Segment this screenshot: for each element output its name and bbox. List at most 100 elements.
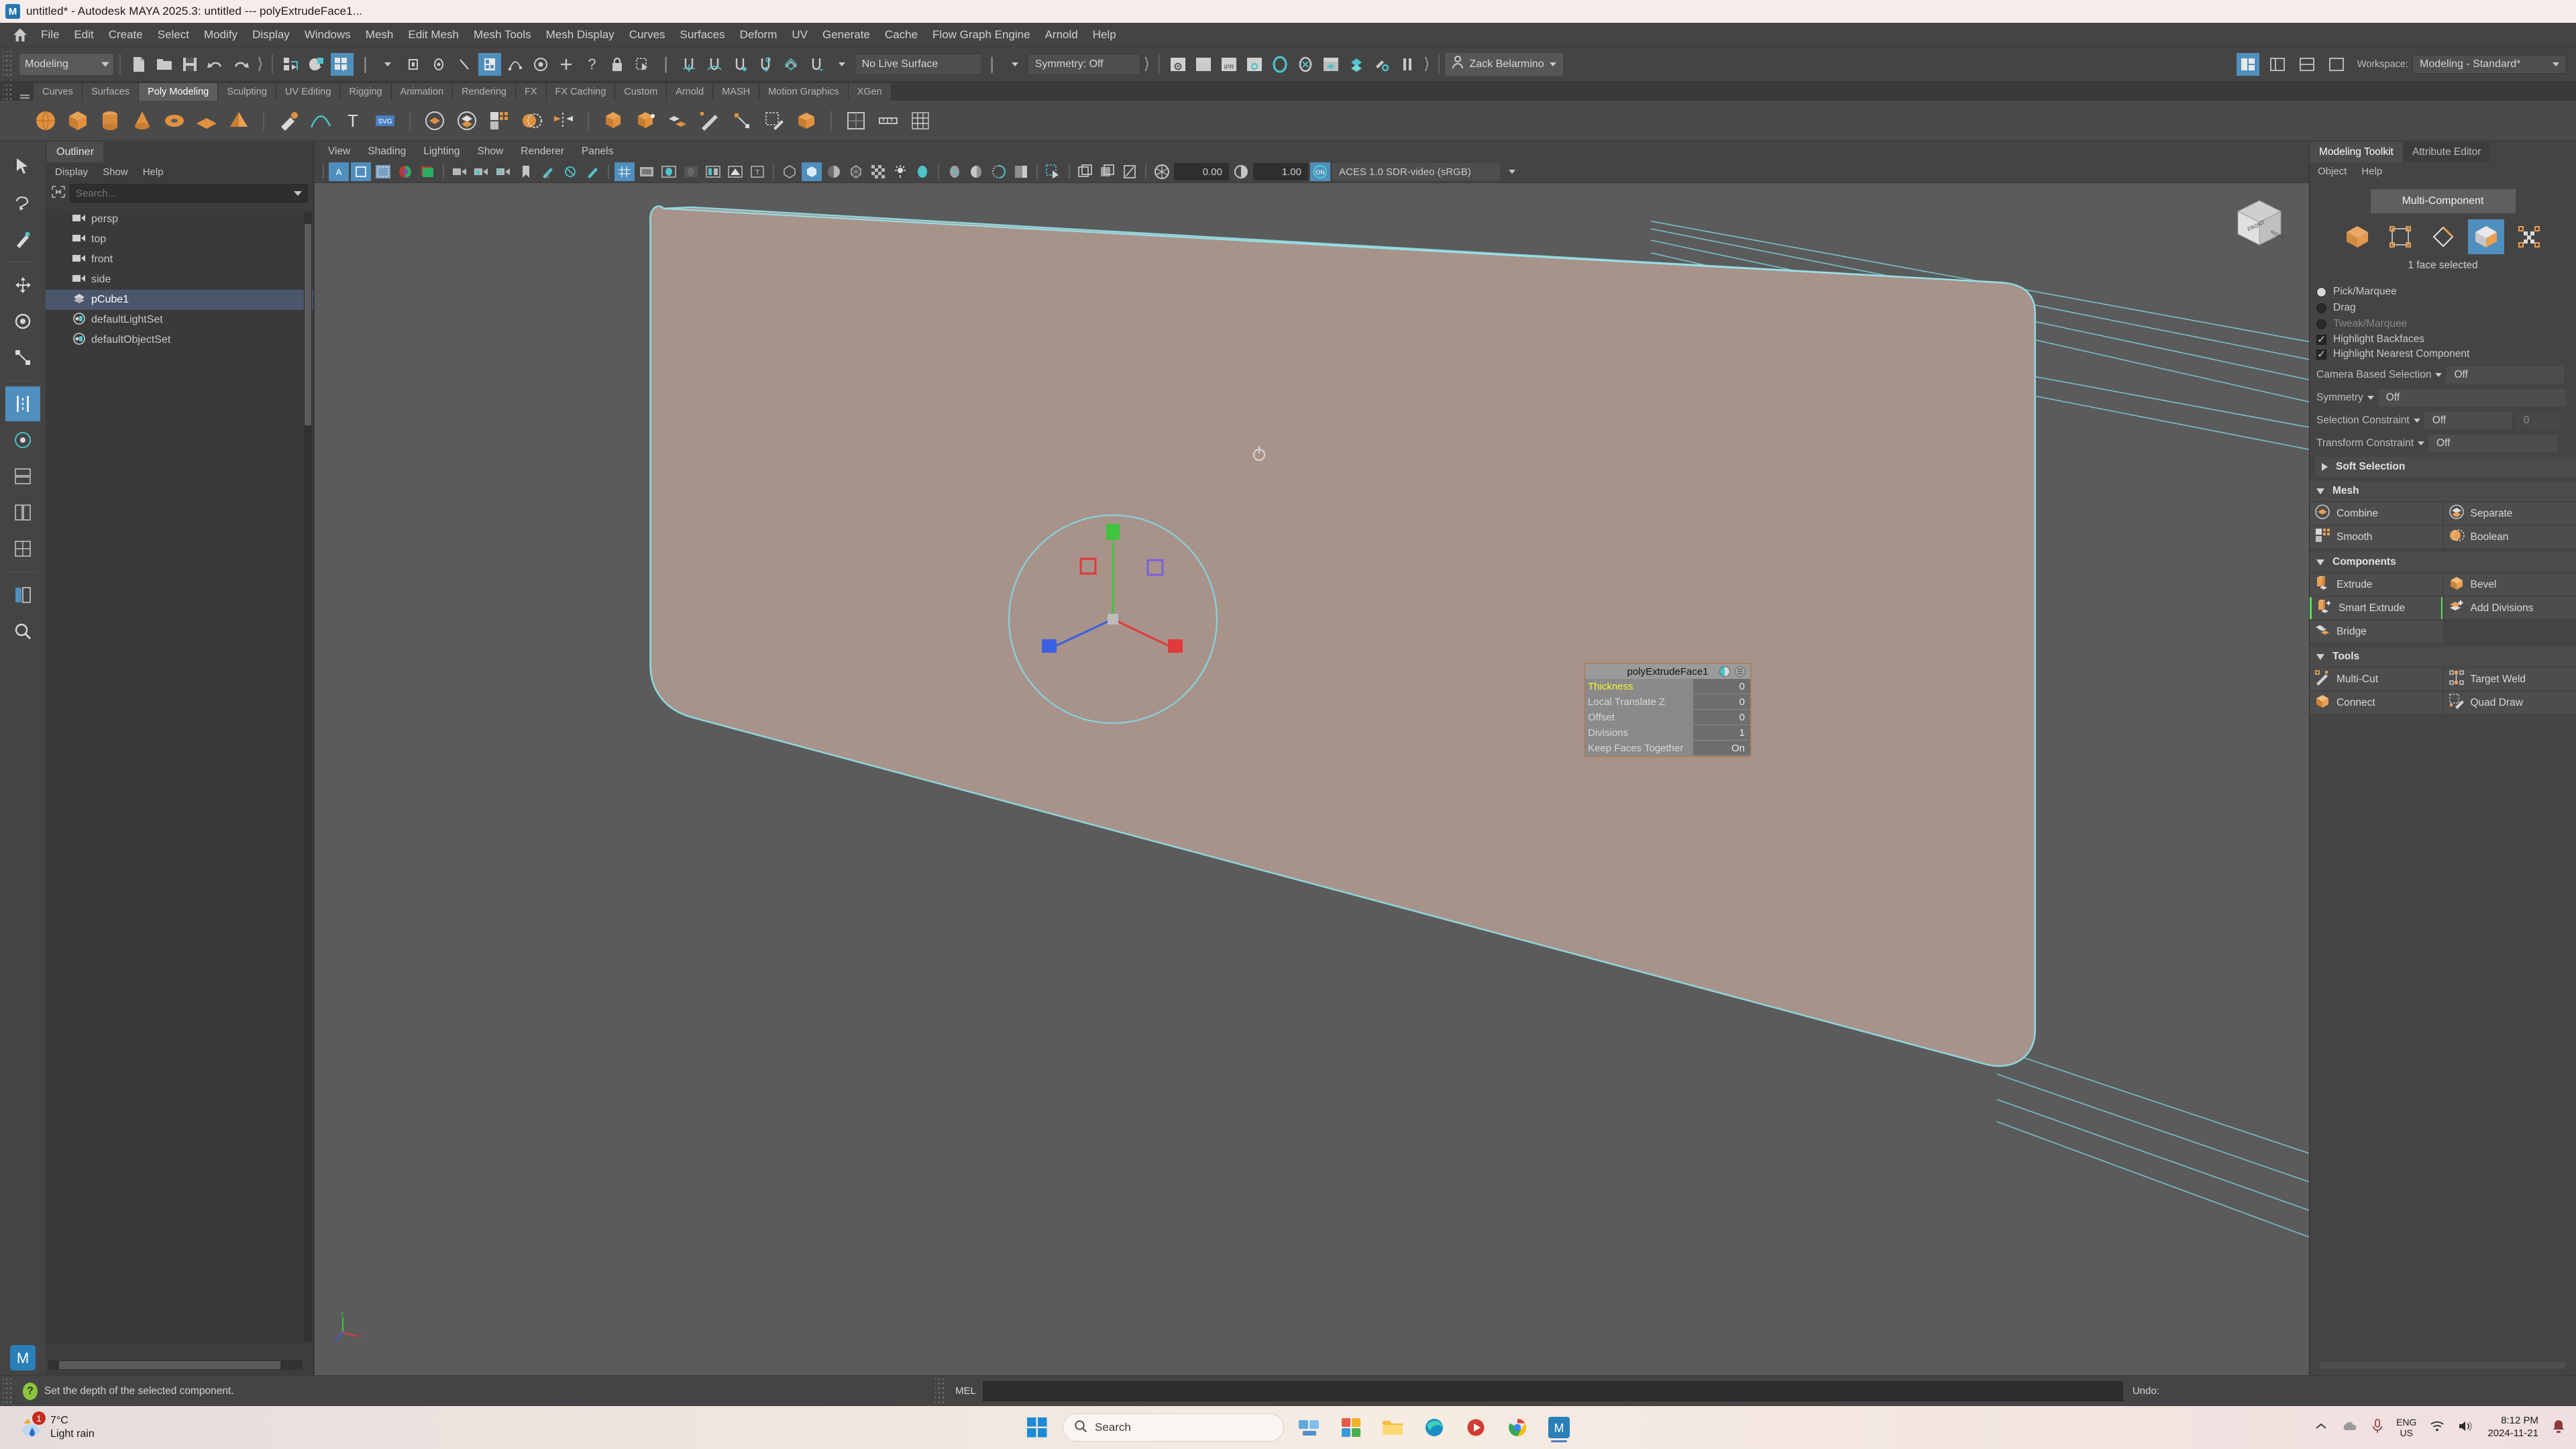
shelf-connect-icon[interactable] [792,106,821,136]
right-panel-scroll-hint[interactable] [2320,1362,2565,1368]
color-management-toggle[interactable]: ON [1310,162,1330,181]
option-value[interactable]: Off [2428,435,2557,452]
snap-to-view-plane-button[interactable] [780,53,802,76]
isolate-selected-marquee-icon[interactable] [1043,162,1063,181]
render-layer-button[interactable] [1320,53,1342,76]
option-symmetry[interactable]: Symmetry Off [2310,388,2576,407]
menu-item-arnold[interactable]: Arnold [1038,25,1085,44]
save-scene-button[interactable] [178,53,201,76]
motion-blur-icon[interactable] [846,162,866,181]
multi-component-button[interactable]: Multi-Component [2370,189,2516,213]
gate-mask-icon[interactable] [351,162,371,181]
hud-value[interactable]: 1 [1693,725,1750,741]
workspace-selector[interactable]: Modeling - Standard* [2412,54,2567,74]
microphone-icon[interactable] [2372,1418,2383,1437]
mask-curve-button[interactable] [504,53,527,76]
shelf-polygon-cube-icon[interactable] [63,106,93,136]
select-camera-attributes-icon[interactable]: A [329,162,349,181]
home-icon[interactable] [7,26,34,44]
outliner-item-persp[interactable]: persp [46,209,313,229]
command-input[interactable] [982,1381,2123,1401]
shelf-grip[interactable] [3,85,13,101]
collapse-handle[interactable]: ❘ [659,56,672,72]
outliner-item-defaultlightset[interactable]: defaultLightSet [46,310,313,330]
chevron-down-icon[interactable] [2418,441,2424,445]
extrude-button[interactable]: Extrude [2310,574,2443,596]
render-sequence-button[interactable] [1192,53,1215,76]
radio-pick-marquee[interactable]: Pick/Marquee [2310,284,2576,300]
chrome-button[interactable] [1501,1411,1534,1444]
menu-item-mesh-display[interactable]: Mesh Display [539,25,622,44]
radio-tweak-marquee[interactable]: Tweak/Marquee [2310,316,2576,332]
shelf-tab-rigging[interactable]: Rigging [340,83,392,101]
taskbar-search[interactable]: Search [1063,1413,1285,1442]
snap-to-curve-button[interactable] [703,53,726,76]
scrollbar-thumb[interactable] [59,1361,280,1369]
make-live-button[interactable] [805,53,828,76]
shelf-sculpt-icon[interactable] [274,106,303,136]
collapse-handle[interactable]: ⟩ [1144,56,1150,72]
shelf-polygon-sphere-icon[interactable] [31,106,60,136]
language-indicator[interactable]: ENG US [2396,1417,2416,1438]
copy-view-icon[interactable] [1097,162,1118,181]
menu-item-display[interactable]: Display [245,25,297,44]
tool-last-used-icon[interactable] [5,386,40,421]
menu-item-windows[interactable]: Windows [297,25,358,44]
render-current-frame-button[interactable] [1167,53,1189,76]
boolean-button[interactable]: Boolean [2443,526,2576,548]
light-display-icon[interactable] [890,162,910,181]
shelf-polygon-torus-icon[interactable] [160,106,189,136]
shelf-tab-surfaces[interactable]: Surfaces [82,83,140,101]
viewport-menu-panels[interactable]: Panels [582,146,613,158]
shelf-multicut-icon[interactable] [695,106,724,136]
film-gate-icon[interactable] [637,162,657,181]
menu-item-flow-graph-engine[interactable]: Flow Graph Engine [925,25,1038,44]
collapse-handle[interactable]: ⟩ [1424,56,1430,72]
quad-draw-button[interactable]: Quad Draw [2443,692,2576,714]
outliner-item-top[interactable]: top [46,229,313,250]
hud-value[interactable]: 0 [1693,679,1750,694]
shadow-display-icon[interactable] [780,162,800,181]
snap-to-grid-button[interactable] [678,53,700,76]
hud-row-thickness[interactable]: Thickness 0 [1585,679,1750,694]
workspace-option-3-icon[interactable] [2325,53,2348,76]
multisample-icon[interactable] [868,162,888,181]
arnold-settings-button[interactable] [1371,53,1393,76]
shelf-svg-icon[interactable]: SVG [370,106,400,136]
add-divisions-button[interactable]: Add Divisions [2443,597,2576,619]
shelf-tab-uv-editing[interactable]: UV Editing [276,83,341,101]
select-by-object-button[interactable] [305,53,328,76]
tool-lasso-icon[interactable] [5,185,40,220]
shaded-mode-icon[interactable] [802,162,822,181]
collapse-handle[interactable]: ⟩ [257,56,263,72]
component-mask-dropdown[interactable] [376,53,399,76]
grid-display-icon[interactable] [614,162,635,181]
user-account-chip[interactable]: Zack Belarmino [1445,52,1563,76]
shelf-tab-curves[interactable]: Curves [34,83,83,101]
menu-item-edit-mesh[interactable]: Edit Mesh [400,25,466,44]
shelf-text-icon[interactable]: T [338,106,368,136]
hud-menu-icon[interactable]: ☰ [1735,666,1746,677]
outliner-item-defaultobjectset[interactable]: defaultObjectSet [46,330,313,350]
shelf-target-weld-icon[interactable] [727,106,757,136]
maya-taskbar-button[interactable]: M [1543,1411,1575,1444]
file-explorer-button[interactable] [1377,1411,1409,1444]
menu-item-create[interactable]: Create [101,25,150,44]
mask-all-button[interactable] [555,53,578,76]
shelf-smooth-icon[interactable] [484,106,514,136]
tab-modeling-toolkit[interactable]: Modeling Toolkit [2310,142,2403,162]
help-question-button[interactable]: ? [580,53,603,76]
render-settings-button[interactable] [1243,53,1266,76]
view-cube[interactable]: FRONT RIGHT [2233,197,2289,248]
tool-layout-3-icon[interactable] [5,531,40,566]
workspace-option-2-icon[interactable] [2296,53,2318,76]
tool-quick-layout-icon[interactable] [5,578,40,612]
shelf-extrude-icon[interactable] [598,106,628,136]
hud-row-local-translate-z[interactable]: Local Translate Z 0 [1585,694,1750,710]
target-weld-button[interactable]: Target Weld [2443,668,2576,690]
weather-widget[interactable]: 1 7°C Light rain [0,1411,282,1441]
tool-layout-2-icon[interactable] [5,495,40,530]
color-wheel-icon[interactable] [395,162,415,181]
tool-move-icon[interactable] [5,268,40,303]
outliner-item-pcube1[interactable]: pCube1 [46,290,313,310]
